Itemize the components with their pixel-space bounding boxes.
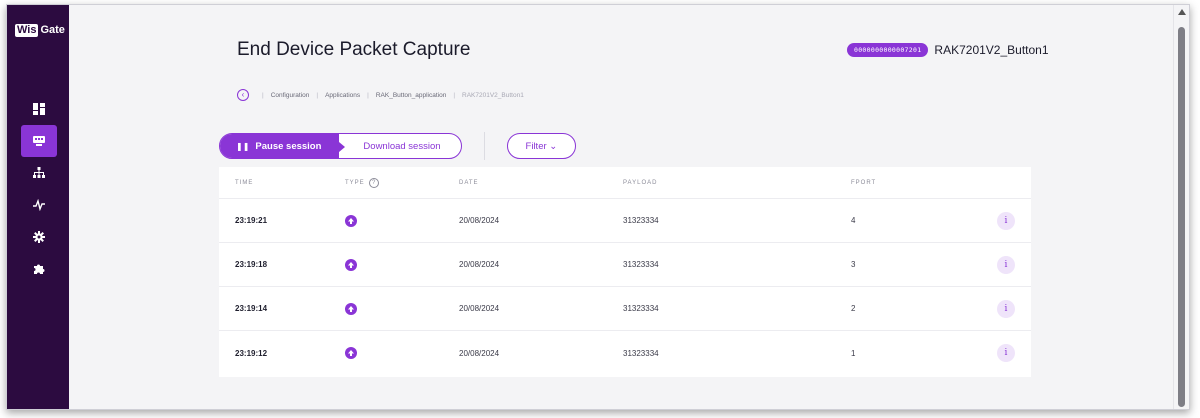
breadcrumb-current: RAK7201V2_Button1: [462, 91, 524, 99]
cell-info: i: [975, 299, 1031, 318]
session-controls: ❚❚ Pause session Download session: [219, 133, 462, 159]
uplink-arrow-icon: [345, 258, 357, 271]
breadcrumb-separator: |: [262, 91, 264, 99]
puzzle-icon: [34, 264, 45, 274]
filter-button[interactable]: Filter ⌄: [506, 133, 577, 159]
pause-icon: ❚❚: [236, 141, 250, 151]
cell-time: 23:19:21: [235, 216, 268, 225]
device-badge: 0000000000007201 RAK7201V2_Button1: [847, 43, 1049, 57]
info-icon[interactable]: i: [997, 255, 1015, 274]
table-row[interactable]: 23:19:18 20/08/2024 31323334 3 i: [219, 243, 1031, 287]
breadcrumb: ‹ | Configuration | Applications | RAK_B…: [237, 89, 524, 101]
breadcrumb-configuration[interactable]: Configuration: [271, 92, 310, 99]
logo-suffix: Gate: [40, 24, 65, 36]
filter-label: Filter ⌄: [525, 140, 558, 152]
table-header: TIME TYPE? DATE PAYLOAD FPORT: [219, 167, 1031, 199]
sidebar-item-extensions[interactable]: [21, 253, 57, 285]
table-row[interactable]: 23:19:12 20/08/2024 31323334 1 i: [219, 331, 1031, 375]
cell-payload: 31323334: [623, 216, 659, 225]
cell-time: 23:19:18: [235, 260, 268, 269]
uplink-arrow-icon: [345, 214, 357, 227]
gear-icon: [33, 231, 45, 243]
packet-table: TIME TYPE? DATE PAYLOAD FPORT 23:19:21 2…: [219, 167, 1031, 377]
wisgate-logo[interactable]: Wis Gate: [15, 23, 65, 37]
breadcrumb-applications[interactable]: Applications: [325, 92, 360, 99]
sidebar: Wis Gate: [7, 5, 69, 409]
page-title: End Device Packet Capture: [237, 39, 471, 60]
chevron-left-icon: ‹: [241, 90, 245, 99]
column-header-type: TYPE?: [345, 177, 459, 188]
breadcrumb-separator: |: [453, 91, 456, 99]
dashboard-icon: [33, 103, 45, 115]
uplink-arrow-icon: [345, 302, 357, 315]
cell-fport: 3: [851, 260, 856, 269]
toolbar: ❚❚ Pause session Download session Filter…: [219, 132, 577, 160]
cell-payload: 31323334: [623, 260, 659, 269]
scrollbar-thumb[interactable]: [1178, 27, 1185, 407]
column-header-type-label: TYPE: [345, 179, 365, 186]
app-window: Wis Gate End Device Packet Capture 00000…: [6, 4, 1190, 410]
cell-date: 20/08/2024: [459, 348, 500, 358]
cell-type: [345, 302, 459, 315]
network-icon: [33, 167, 45, 178]
pause-session-button[interactable]: ❚❚ Pause session: [220, 134, 346, 158]
pulse-icon: [33, 199, 45, 211]
main-content: End Device Packet Capture 00000000000072…: [69, 5, 1173, 409]
device-name: RAK7201V2_Button1: [934, 43, 1049, 57]
cell-type: [345, 214, 459, 227]
help-icon[interactable]: ?: [368, 177, 379, 188]
breadcrumb-application[interactable]: RAK_Button_application: [376, 92, 446, 99]
cell-info: i: [975, 211, 1031, 230]
cell-type: [345, 258, 459, 271]
cell-payload: 31323334: [623, 348, 659, 358]
column-header-payload: PAYLOAD: [623, 179, 658, 186]
vertical-scrollbar[interactable]: [1173, 5, 1189, 409]
cell-type: [345, 347, 459, 359]
cell-date: 20/08/2024: [459, 260, 500, 269]
sidebar-item-applications[interactable]: [21, 125, 57, 157]
uplink-arrow-icon: [345, 347, 357, 359]
cell-info: i: [975, 255, 1031, 274]
info-icon[interactable]: i: [997, 344, 1015, 362]
cell-info: i: [975, 344, 1031, 362]
sidebar-item-dashboard[interactable]: [21, 93, 57, 125]
sidebar-item-gateways[interactable]: [21, 157, 57, 189]
table-row[interactable]: 23:19:14 20/08/2024 31323334 2 i: [219, 287, 1031, 331]
table-row[interactable]: 23:19:21 20/08/2024 31323334 4 i: [219, 199, 1031, 243]
cell-fport: 2: [851, 304, 856, 313]
column-header-time: TIME: [235, 179, 254, 186]
cell-time: 23:19:12: [235, 348, 268, 358]
cell-date: 20/08/2024: [459, 216, 500, 225]
toolbar-divider: [483, 132, 485, 160]
sidebar-item-settings[interactable]: [21, 221, 57, 253]
sidebar-item-activity[interactable]: [21, 189, 57, 221]
column-header-fport: FPORT: [851, 179, 877, 186]
download-session-label: Download session: [363, 140, 441, 152]
column-header-date: DATE: [459, 179, 479, 186]
info-icon[interactable]: i: [997, 211, 1015, 230]
back-button[interactable]: ‹: [237, 89, 249, 101]
cell-fport: 4: [851, 216, 856, 225]
breadcrumb-separator: |: [367, 91, 369, 99]
device-eui-badge: 0000000000007201: [847, 43, 929, 57]
info-icon[interactable]: i: [997, 299, 1015, 318]
logo-prefix: Wis: [15, 23, 39, 37]
cell-date: 20/08/2024: [459, 304, 500, 313]
pause-session-label: Pause session: [255, 140, 322, 152]
device-icon: [33, 136, 45, 146]
cell-time: 23:19:14: [235, 304, 268, 313]
download-session-button[interactable]: Download session: [339, 134, 460, 158]
cell-payload: 31323334: [623, 304, 659, 313]
scroll-up-arrow-icon[interactable]: [1178, 9, 1186, 15]
breadcrumb-separator: |: [316, 91, 319, 99]
cell-fport: 1: [851, 348, 856, 358]
